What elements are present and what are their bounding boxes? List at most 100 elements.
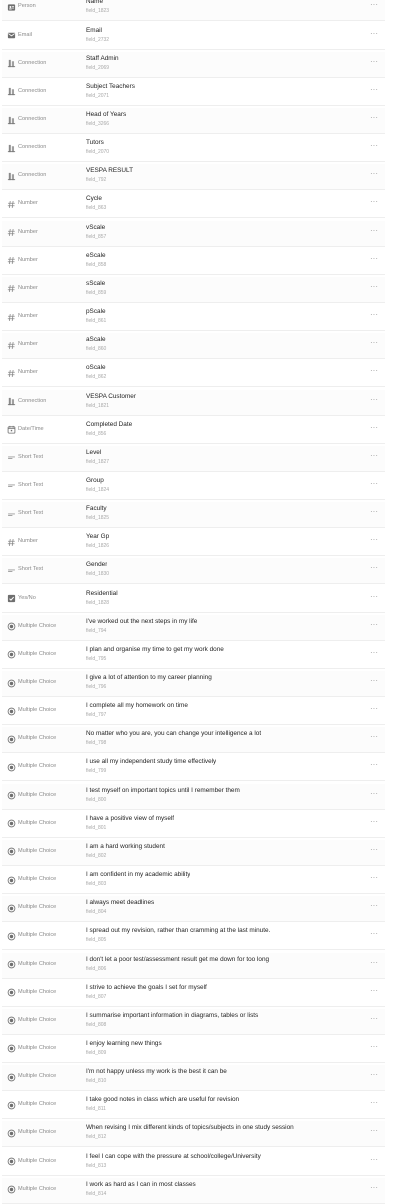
more-options-button[interactable]: ··· <box>370 677 378 685</box>
more-options-button[interactable]: ··· <box>370 339 378 347</box>
more-options-button[interactable]: ··· <box>370 198 378 206</box>
more-options-button[interactable]: ··· <box>370 57 378 66</box>
field-row[interactable]: Multiple Choice I'm not happy unless my w… <box>2 1065 385 1092</box>
more-options-button[interactable]: ··· <box>370 1014 378 1023</box>
field-row[interactable]: Multiple Choice I've worked out the next … <box>2 614 385 641</box>
field-row[interactable]: Multiple Choice I always meet deadlines fi… <box>2 896 385 923</box>
field-row[interactable]: Number vScale field_857 ··· <box>2 220 385 247</box>
field-row[interactable]: Number aScale field_860 ··· <box>2 333 385 360</box>
more-options-button[interactable]: ··· <box>370 85 378 94</box>
field-key: field_2070 <box>86 149 110 156</box>
field-row[interactable]: Multiple Choice I complete all my homewor… <box>2 699 385 726</box>
more-options-button[interactable]: ··· <box>370 592 378 601</box>
field-name: I test myself on important topics until … <box>86 786 240 794</box>
more-options-button[interactable]: ··· <box>370 902 378 910</box>
field-row[interactable]: Connection Staff Admin field_2069 ··· <box>2 51 385 78</box>
field-name: Head of Years <box>86 111 127 118</box>
more-options-button[interactable]: ··· <box>370 648 378 657</box>
field-row[interactable]: Short Text Faculty field_1825 ··· <box>2 502 385 529</box>
field-row[interactable]: Number eScale field_858 ··· <box>2 249 385 275</box>
more-options-button[interactable]: ··· <box>370 367 378 375</box>
field-type-label: Number <box>18 313 38 320</box>
field-row[interactable]: Person Name field_1823 ··· <box>2 0 385 22</box>
more-options-button[interactable]: ··· <box>370 705 378 713</box>
field-name: eScale <box>86 251 106 259</box>
more-options-button[interactable]: ··· <box>370 114 378 122</box>
field-type-label: Multiple Choice <box>18 1016 57 1023</box>
more-options-button[interactable]: ··· <box>370 423 378 432</box>
field-row[interactable]: Multiple Choice I give a lot of attention… <box>2 671 385 697</box>
field-row[interactable]: Multiple Choice I have a positive view of… <box>2 812 385 838</box>
field-row[interactable]: Multiple Choice I feel I can cope with th… <box>2 1150 385 1176</box>
field-row[interactable]: Email Email field_2732 ··· <box>2 24 385 50</box>
more-options-button[interactable]: ··· <box>370 395 378 404</box>
more-options-button[interactable]: ··· <box>370 1183 378 1192</box>
more-options-button[interactable]: ··· <box>370 282 378 291</box>
field-row[interactable]: Multiple Choice I don't let a poor test/a… <box>2 952 385 979</box>
field-row[interactable]: Connection VESPA Customer field_1821 ··· <box>2 389 385 416</box>
field-row[interactable]: Multiple Choice I strive to achieve the g… <box>2 981 385 1007</box>
field-row[interactable]: Connection VESPA RESULT field_792 ··· <box>2 164 385 191</box>
more-options-button[interactable]: ··· <box>370 958 378 967</box>
field-type-label: Number <box>18 284 38 291</box>
field-key: field_803 <box>86 881 107 888</box>
more-options-button[interactable]: ··· <box>370 479 378 488</box>
field-row[interactable]: Multiple Choice I am a hard working stude… <box>2 839 385 866</box>
field-type-label: Multiple Choice <box>18 819 57 826</box>
field-row[interactable]: Connection Tutors field_2070 ··· <box>2 136 385 163</box>
more-options-button[interactable]: ··· <box>370 1127 378 1135</box>
field-row[interactable]: Multiple Choice No matter who you are, yo… <box>2 727 385 754</box>
multiple-choice-icon <box>5 1184 17 1196</box>
more-options-button[interactable]: ··· <box>370 733 378 741</box>
more-options-button[interactable]: ··· <box>370 29 378 38</box>
field-row[interactable]: Multiple Choice I take good notes in clas… <box>2 1093 385 1120</box>
field-row[interactable]: Multiple Choice I summarise important inf… <box>2 1008 385 1035</box>
field-row[interactable]: Multiple Choice I spread out my revision,… <box>2 924 385 951</box>
field-row[interactable]: Number Year Gp field_1826 ··· <box>2 530 385 557</box>
field-row[interactable]: Number oScale field_862 ··· <box>2 361 385 388</box>
field-row[interactable]: Yes/No Residential field_1828 ··· <box>2 587 385 613</box>
field-row[interactable]: Connection Head of Years field_3266 ··· <box>2 108 385 134</box>
field-row[interactable]: Number pScale field_861 ··· <box>2 305 385 332</box>
field-row[interactable]: Date/Time Completed Date field_856 ··· <box>2 418 385 444</box>
field-row[interactable]: Multiple Choice I use all my independent … <box>2 755 385 782</box>
more-options-button[interactable]: ··· <box>370 1 378 9</box>
more-options-button[interactable]: ··· <box>370 1071 378 1079</box>
more-options-button[interactable]: ··· <box>370 620 378 629</box>
field-row[interactable]: Short Text Gender field_1830 ··· <box>2 558 385 585</box>
person-icon <box>5 1 17 13</box>
more-options-button[interactable]: ··· <box>370 508 378 516</box>
field-row[interactable]: Multiple Choice When revising I mix diffe… <box>2 1121 385 1148</box>
field-row[interactable]: Number sScale field_859 ··· <box>2 276 385 303</box>
more-options-button[interactable]: ··· <box>370 311 378 319</box>
more-options-button[interactable]: ··· <box>370 1099 378 1107</box>
more-options-button[interactable]: ··· <box>370 451 378 460</box>
more-options-button[interactable]: ··· <box>370 761 378 769</box>
more-options-button[interactable]: ··· <box>370 564 378 572</box>
more-options-button[interactable]: ··· <box>370 1155 378 1164</box>
field-key: field_2069 <box>86 64 110 71</box>
more-options-button[interactable]: ··· <box>370 170 378 178</box>
more-options-button[interactable]: ··· <box>370 986 378 995</box>
field-row[interactable]: Short Text Group field_1824 ··· <box>2 474 385 500</box>
more-options-button[interactable]: ··· <box>370 789 378 798</box>
field-row[interactable]: Multiple Choice I plan and organise my ti… <box>2 643 385 669</box>
field-row[interactable]: Multiple Choice I work as hard as I can i… <box>2 1177 385 1204</box>
more-options-button[interactable]: ··· <box>370 817 378 826</box>
more-options-button[interactable]: ··· <box>370 874 378 882</box>
more-options-button[interactable]: ··· <box>370 226 378 235</box>
field-row[interactable]: Short Text Level field_1827 ··· <box>2 445 385 472</box>
field-row[interactable]: Multiple Choice I test myself on importan… <box>2 783 385 810</box>
field-row[interactable]: Connection Subject Teachers field_2071 ··· <box>2 80 385 106</box>
more-options-button[interactable]: ··· <box>370 254 378 263</box>
more-options-button[interactable]: ··· <box>370 845 378 854</box>
more-options-button[interactable]: ··· <box>370 536 378 544</box>
field-row[interactable]: Number Cycle field_863 ··· <box>2 192 385 219</box>
more-options-button[interactable]: ··· <box>370 142 378 150</box>
field-row[interactable]: Multiple Choice I am confident in my acad… <box>2 868 385 895</box>
field-name: Tutors <box>86 139 104 147</box>
field-type-label: Multiple Choice <box>18 904 57 911</box>
field-row[interactable]: Multiple Choice I enjoy learning new thin… <box>2 1037 385 1063</box>
more-options-button[interactable]: ··· <box>370 1042 378 1051</box>
more-options-button[interactable]: ··· <box>370 930 378 938</box>
